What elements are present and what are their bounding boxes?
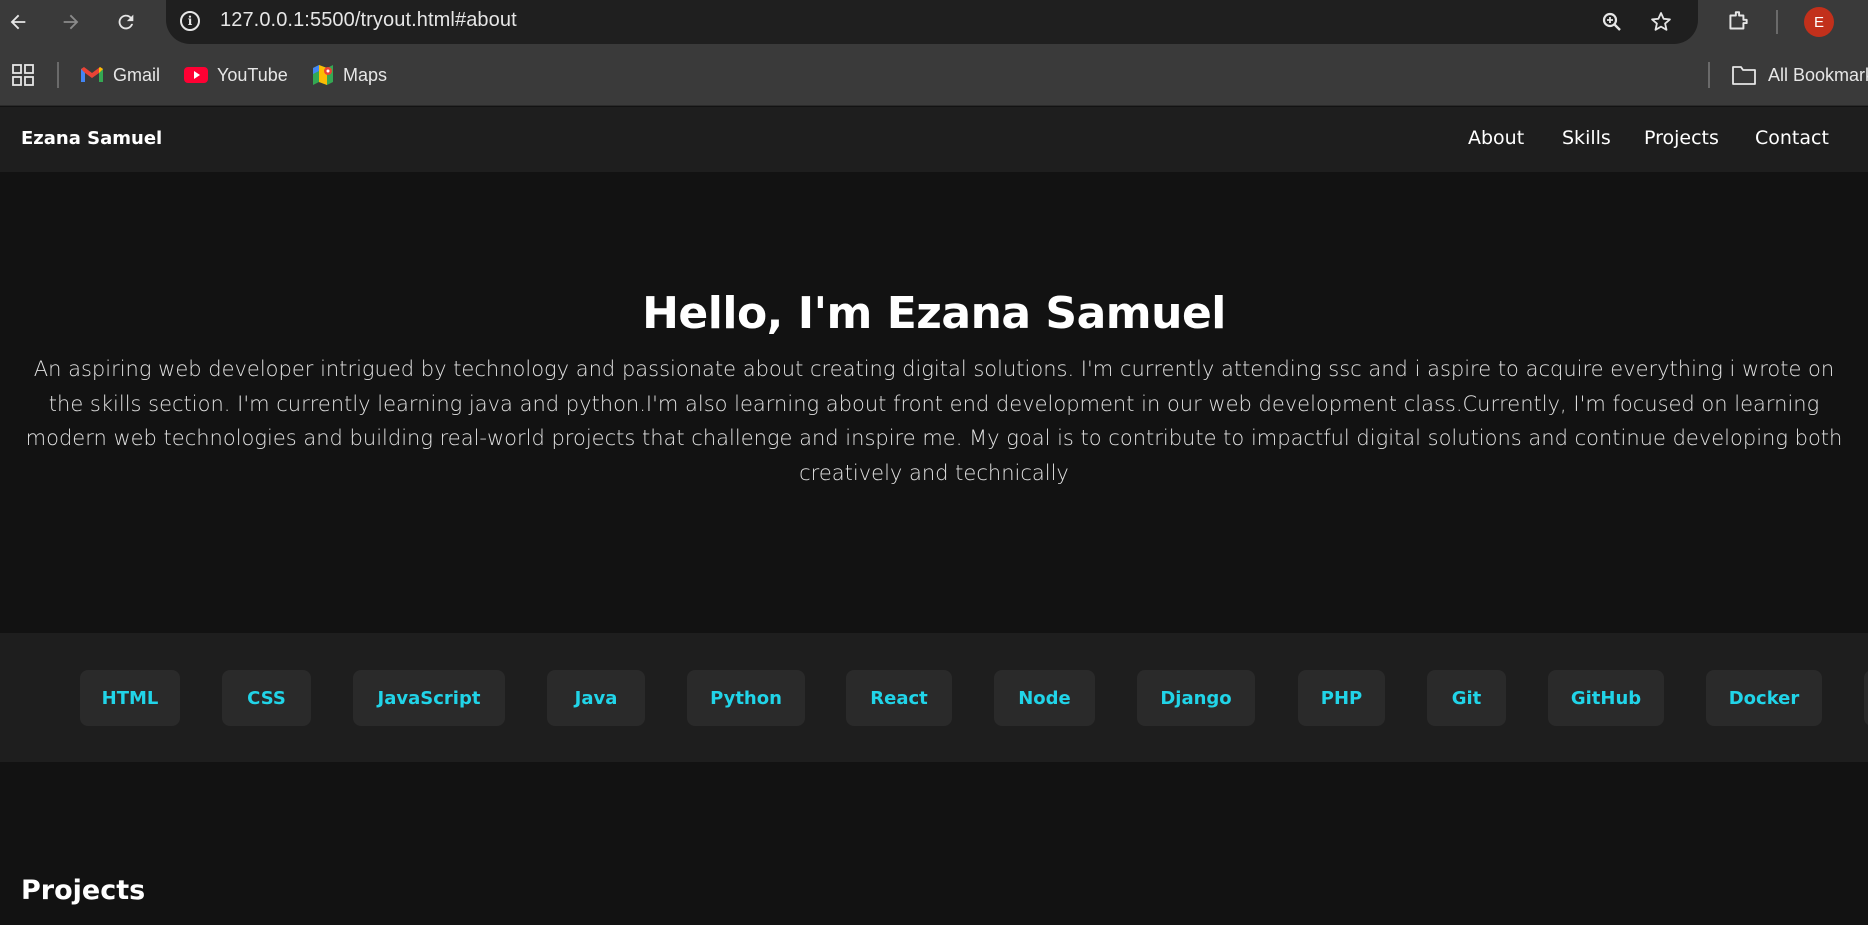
skill-chip-python: Python	[687, 670, 805, 726]
nav-link-skills[interactable]: Skills	[1562, 127, 1611, 149]
skill-chip-django: Django	[1137, 670, 1255, 726]
skill-chip-react: React	[846, 670, 952, 726]
back-arrow-icon	[10, 14, 26, 30]
nav-link-projects[interactable]: Projects	[1644, 127, 1719, 149]
youtube-icon	[184, 67, 208, 83]
bookmark-youtube[interactable]: YouTube	[184, 62, 288, 88]
skill-chip-node: Node	[994, 670, 1095, 726]
site-brand[interactable]: Ezana Samuel	[21, 128, 162, 149]
skill-chip-html: HTML	[80, 670, 180, 726]
nav-link-contact[interactable]: Contact	[1755, 127, 1829, 149]
bookmark-star-icon[interactable]	[1645, 6, 1677, 38]
bookmark-label: YouTube	[217, 64, 288, 85]
skill-chip-docker: Docker	[1706, 670, 1822, 726]
hero-bio: An aspiring web developer intrigued by t…	[25, 357, 1843, 485]
folder-icon	[1732, 66, 1756, 85]
projects-heading: Projects	[21, 875, 146, 906]
all-bookmarks-button[interactable]: All Bookmarks	[1732, 62, 1868, 88]
bookmarks-divider	[57, 62, 59, 88]
bookmarks-bar: Gmail YouTube Maps All Bookmarks	[0, 44, 1868, 106]
zoom-icon[interactable]	[1596, 6, 1628, 38]
bookmark-gmail[interactable]: Gmail	[80, 62, 160, 88]
skill-chip-php: PHP	[1298, 670, 1385, 726]
extensions-icon[interactable]	[1722, 6, 1754, 38]
bookmarks-divider-right	[1708, 62, 1710, 88]
skill-chip-github: GitHub	[1548, 670, 1664, 726]
apps-grid-icon[interactable]	[12, 64, 34, 86]
hero-title: Hello, I'm Ezana Samuel	[642, 288, 1226, 339]
site-info-icon[interactable]: i	[180, 11, 200, 31]
toolbar-divider	[1776, 10, 1778, 34]
back-button[interactable]	[2, 6, 34, 38]
about-section: Hello, I'm Ezana Samuel An aspiring web …	[0, 172, 1868, 633]
bookmark-label: Maps	[343, 64, 388, 85]
skill-chip-css: CSS	[222, 670, 311, 726]
forward-button[interactable]	[55, 6, 87, 38]
url-text[interactable]: 127.0.0.1:5500/tryout.html#about	[220, 9, 517, 32]
browser-toolbar: i 127.0.0.1:5500/tryout.html#about E	[0, 0, 1868, 44]
reload-button[interactable]	[110, 6, 142, 38]
reload-icon	[118, 14, 134, 30]
maps-icon	[313, 65, 333, 85]
gmail-icon	[81, 67, 103, 82]
profile-avatar[interactable]: E	[1804, 7, 1834, 37]
skill-chip-git: Git	[1427, 670, 1506, 726]
bookmark-label: Gmail	[113, 64, 161, 85]
address-bar[interactable]: i 127.0.0.1:5500/tryout.html#about	[166, 0, 1698, 44]
skill-chip-java: Java	[547, 670, 645, 726]
nav-link-about[interactable]: About	[1468, 127, 1524, 149]
skill-chip-javascript: JavaScript	[353, 670, 505, 726]
forward-arrow-icon	[63, 14, 79, 30]
site-header: Ezana Samuel About Skills Projects Conta…	[0, 107, 1868, 172]
skill-chip-overflow	[1864, 670, 1868, 726]
bookmark-maps[interactable]: Maps	[312, 62, 387, 88]
all-bookmarks-label: All Bookmarks	[1768, 64, 1868, 85]
skills-section: HTML CSS JavaScript Java Python React No…	[0, 633, 1868, 762]
